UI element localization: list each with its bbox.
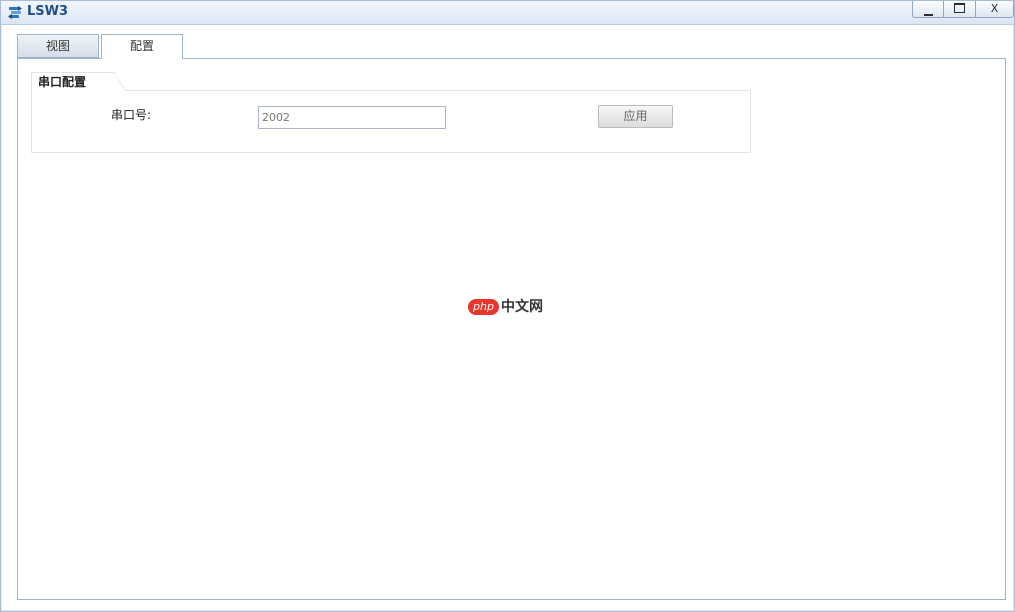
tab-view-label: 视图 <box>45 39 70 53</box>
php-logo-text: 中文网 <box>501 299 543 315</box>
minimize-icon <box>923 14 933 16</box>
maximize-icon <box>954 3 965 13</box>
port-label: 串口号: <box>111 108 152 122</box>
switch-app-icon <box>8 6 22 19</box>
minimize-button[interactable] <box>912 1 944 18</box>
group-tab-corner <box>114 72 126 91</box>
apply-button[interactable]: 应用 <box>598 105 673 128</box>
title-bar[interactable]: LSW3 X <box>1 1 1014 25</box>
window-title: LSW3 <box>27 4 69 19</box>
close-icon: X <box>990 2 999 15</box>
device-window: LSW3 X 视图 串口号: 应用 串口配置 php 中文网 <box>0 0 1015 612</box>
serial-config-group: 串口号: 应用 <box>31 90 751 153</box>
config-tab-panel: 串口号: 应用 串口配置 php 中文网 <box>17 58 1006 600</box>
php-logo-badge: php <box>468 299 499 315</box>
tab-config-label: 配置 <box>129 39 154 53</box>
tab-view[interactable]: 视图 <box>17 34 99 58</box>
serial-config-title: 串口配置 <box>38 75 87 89</box>
window-content: 视图 串口号: 应用 串口配置 php 中文网 配置 <box>2 25 1013 610</box>
port-input[interactable] <box>258 106 446 129</box>
tab-config[interactable]: 配置 <box>101 34 183 59</box>
maximize-button[interactable] <box>944 1 976 18</box>
close-button[interactable]: X <box>976 1 1014 18</box>
